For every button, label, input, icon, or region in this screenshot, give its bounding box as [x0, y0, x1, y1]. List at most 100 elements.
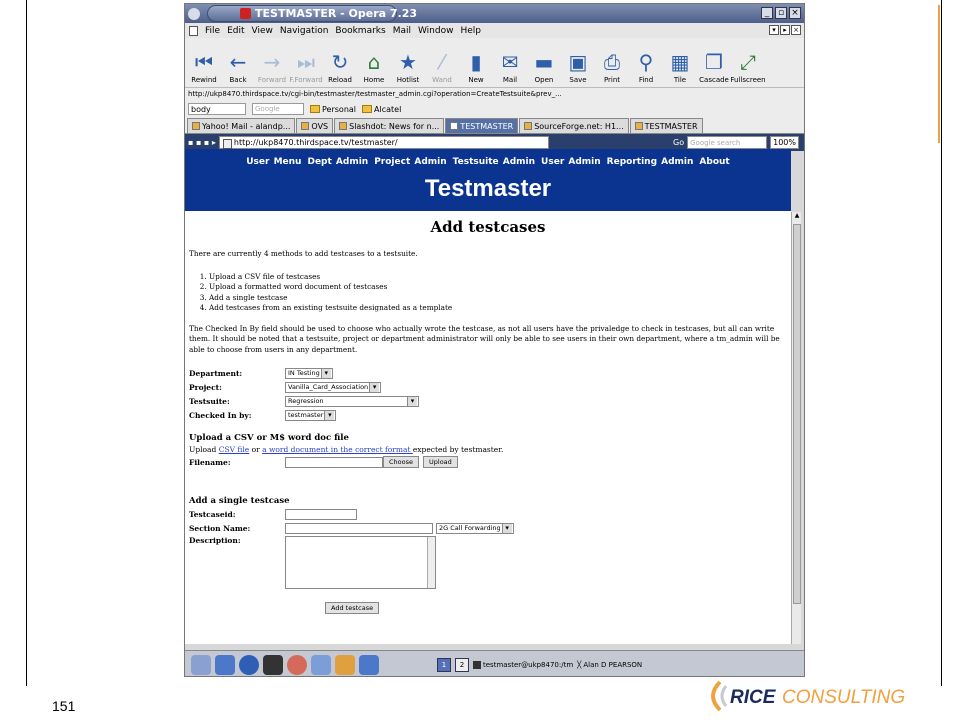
fullscreen-icon: ⤢	[740, 50, 756, 74]
page-scrollbar[interactable]: ▲	[791, 212, 801, 644]
browser-tab[interactable]: TESTMASTER	[445, 118, 519, 133]
riceconsulting-logo: RICE CONSULTING	[711, 680, 905, 712]
app-icon-2[interactable]	[311, 654, 331, 675]
section-name-label: Section Name:	[189, 523, 251, 533]
help-icon[interactable]	[287, 654, 307, 675]
toolbar-new-button[interactable]: ▮ New	[459, 48, 493, 84]
browser-tab[interactable]: OVS	[296, 118, 334, 133]
browser-tab[interactable]: SourceForge.net: H1...	[519, 118, 629, 133]
section-name-input[interactable]	[285, 522, 433, 534]
toolbar-back-button[interactable]: ← Back	[221, 48, 255, 84]
menu-file[interactable]: File	[205, 26, 220, 36]
toolbar-save-button[interactable]: ▣ Save	[561, 48, 595, 84]
toolbar-cascade-button[interactable]: ❐ Cascade	[697, 48, 731, 84]
kde-launcher-icon[interactable]	[191, 654, 211, 675]
testsuite-select[interactable]: Regression	[285, 395, 419, 407]
menu-window[interactable]: Window	[418, 26, 454, 36]
testcaseid-input[interactable]	[285, 508, 357, 520]
toolbar-label: Mail	[502, 76, 518, 84]
upload-button[interactable]: Upload	[423, 456, 458, 468]
scroll-up-icon[interactable]: ▲	[793, 212, 801, 222]
tile-icon: ▦	[670, 50, 690, 74]
zoom-select[interactable]: 100%	[770, 136, 799, 149]
browser-tab[interactable]: Yahoo! Mail - alandp...	[187, 118, 296, 133]
doc-minimize-button[interactable]: ▾	[769, 25, 779, 35]
bookmark-folder-alcatel[interactable]: Alcatel	[362, 105, 401, 114]
project-select[interactable]: Vanilla_Card_Association	[285, 381, 382, 393]
toolbar-home-button[interactable]: ⌂ Home	[357, 48, 391, 84]
wand-icon: ⁄	[440, 50, 444, 74]
filename-input[interactable]	[285, 456, 383, 468]
toolbar-forward-button[interactable]: → Forward	[255, 48, 289, 84]
toolbar-hotlist-button[interactable]: ★ Hotlist	[391, 48, 425, 84]
workspace-1[interactable]: 1	[437, 657, 451, 672]
doc-restore-button[interactable]: ▸	[780, 25, 790, 35]
menu-view[interactable]: View	[252, 26, 273, 36]
toolbar-fullscreen-button[interactable]: ⤢ Fullscreen	[730, 48, 765, 84]
maximize-button[interactable]: ▫	[775, 7, 787, 19]
bookmark-field[interactable]: body	[188, 103, 246, 115]
browser-tab[interactable]: Slashdot: News for n...	[334, 118, 445, 133]
nav-link-dept-admin[interactable]: Dept Admin	[307, 157, 368, 167]
description-textarea[interactable]	[285, 536, 436, 589]
toolbar-open-button[interactable]: ▬ Open	[527, 48, 561, 84]
search-field[interactable]: Google search	[687, 136, 768, 149]
testsuite-label: Testsuite:	[189, 396, 230, 406]
toolbar-fforward-button[interactable]: ⏭ F.Forward	[289, 48, 323, 84]
menu-bookmarks[interactable]: Bookmarks	[335, 26, 385, 36]
go-button[interactable]: Go	[673, 138, 684, 147]
window-titlebar: TESTMASTER - Opera 7.23 _ ▫ ×	[185, 4, 804, 23]
scroll-thumb[interactable]	[793, 224, 801, 604]
nav-link-user-admin[interactable]: User Admin	[541, 157, 601, 167]
app-icon-3[interactable]	[335, 654, 355, 675]
toolbar-rewind-button[interactable]: ⏮ Rewind	[187, 48, 221, 84]
doc-close-button[interactable]: ×	[791, 25, 801, 35]
nav-link-about[interactable]: About	[699, 157, 729, 167]
toolbar-mail-button[interactable]: ✉ Mail	[493, 48, 527, 84]
choose-button[interactable]: Choose	[383, 456, 419, 468]
browser-icon[interactable]	[239, 654, 259, 675]
nav-link-user-menu[interactable]: User Menu	[246, 157, 301, 167]
toolbar-wand-button[interactable]: ⁄ Wand	[425, 48, 459, 84]
google-groups-field[interactable]: Google groups	[252, 103, 304, 124]
toolbar-print-button[interactable]: ⎙ Print	[595, 48, 629, 84]
fast-forward-icon: ⏭	[297, 50, 315, 74]
minimize-button[interactable]: _	[761, 7, 773, 19]
word-doc-link[interactable]: a word document in the correct format	[262, 445, 413, 454]
checked-in-select[interactable]: testmaster	[285, 409, 337, 421]
task-user[interactable]: ╳ Alan D PEARSON	[577, 658, 642, 672]
app-icon-4[interactable]	[359, 654, 379, 675]
selection-form: Department: IN Testing Project: Vanilla_…	[189, 367, 787, 421]
window-menu-icon[interactable]	[188, 7, 200, 20]
department-select[interactable]: IN Testing	[285, 367, 333, 379]
task-terminal[interactable]: testmaster@ukp8470:/tm	[473, 658, 573, 672]
add-testcase-button[interactable]: Add testcase	[325, 602, 380, 614]
toolbar-label: Cascade	[699, 76, 729, 84]
methods-list: Upload a CSV file of testcasesUpload a f…	[209, 272, 787, 314]
section-select[interactable]: 2G Call Forwarding	[436, 522, 514, 534]
toolbar-tile-button[interactable]: ▦ Tile	[663, 48, 697, 84]
toolbar-label: F.Forward	[289, 76, 323, 84]
toolbar-find-button[interactable]: ⚲ Find	[629, 48, 663, 84]
workspace-2[interactable]: 2	[455, 657, 469, 672]
toolbar-reload-button[interactable]: ↻ Reload	[323, 48, 357, 84]
menu-navigation[interactable]: Navigation	[280, 26, 329, 36]
nav-link-testsuite-admin[interactable]: Testsuite Admin	[453, 157, 535, 167]
x-icon: ╳	[577, 660, 582, 669]
menu-edit[interactable]: Edit	[227, 26, 244, 36]
textarea-scrollbar[interactable]	[427, 537, 435, 588]
close-button[interactable]: ×	[789, 7, 801, 19]
tab-favicon-icon	[192, 122, 200, 130]
app-icon-1[interactable]	[215, 654, 235, 675]
browser-tab[interactable]: TESTMASTER	[629, 118, 703, 133]
menu-mail[interactable]: Mail	[393, 26, 411, 36]
svg-text:CONSULTING: CONSULTING	[782, 687, 905, 708]
csv-file-link[interactable]: CSV file	[219, 445, 250, 454]
url-field[interactable]: http://ukp8470.thirdspace.tv/testmaster/	[218, 136, 549, 149]
bookmark-folder-personal[interactable]: Personal	[310, 105, 356, 114]
menu-help[interactable]: Help	[460, 26, 481, 36]
toolbar-label: Rewind	[191, 76, 217, 84]
nav-link-project-admin[interactable]: Project Admin	[374, 157, 446, 167]
nav-link-reporting-admin[interactable]: Reporting Admin	[607, 157, 694, 167]
terminal-icon[interactable]	[263, 654, 283, 675]
